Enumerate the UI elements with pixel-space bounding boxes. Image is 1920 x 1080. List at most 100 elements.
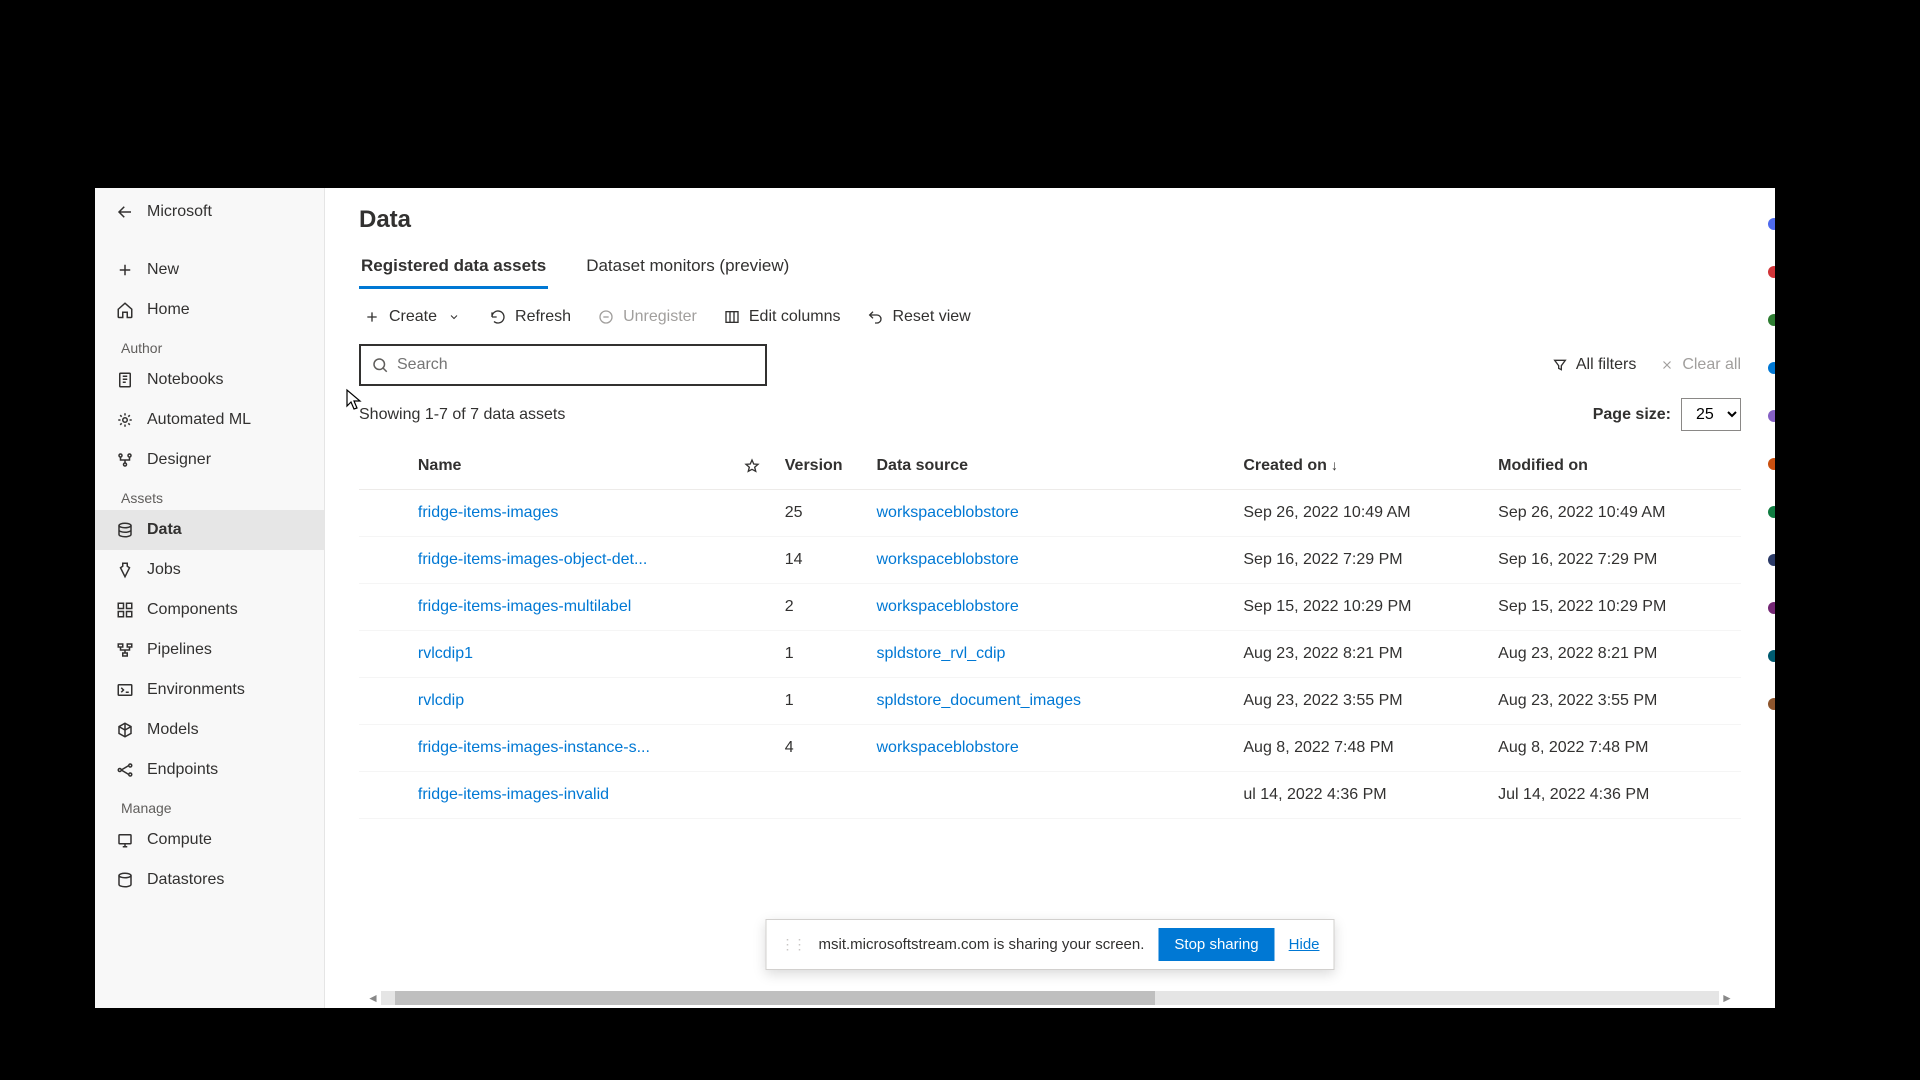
- col-version[interactable]: Version: [773, 443, 865, 490]
- nav-new-label: New: [147, 261, 179, 279]
- tabs: Registered data assets Dataset monitors …: [359, 250, 1741, 290]
- row-checkbox[interactable]: [359, 537, 406, 584]
- row-name[interactable]: rvlcdip: [406, 678, 732, 725]
- row-name[interactable]: fridge-items-images: [406, 490, 732, 537]
- nav-automated-ml[interactable]: Automated ML: [95, 400, 324, 440]
- nav-designer[interactable]: Designer: [95, 440, 324, 480]
- section-assets: Assets: [95, 480, 324, 510]
- clear-all-label: Clear all: [1682, 356, 1741, 374]
- search-input[interactable]: [397, 356, 755, 374]
- nav-back-microsoft[interactable]: Microsoft: [95, 192, 324, 232]
- nav-notebooks[interactable]: Notebooks: [95, 360, 324, 400]
- table-row[interactable]: fridge-items-images-invalidul 14, 2022 4…: [359, 772, 1741, 819]
- table-row[interactable]: fridge-items-images25workspaceblobstoreS…: [359, 490, 1741, 537]
- nav-environments[interactable]: Environments: [95, 670, 324, 710]
- nav-home[interactable]: Home: [95, 290, 324, 330]
- row-name[interactable]: fridge-items-images-multilabel: [406, 584, 732, 631]
- data-icon: [115, 520, 135, 540]
- nav-components[interactable]: Components: [95, 590, 324, 630]
- row-version: 1: [773, 678, 865, 725]
- row-name[interactable]: fridge-items-images-object-det...: [406, 537, 732, 584]
- col-favorite[interactable]: [732, 443, 773, 490]
- nav-environments-label: Environments: [147, 681, 245, 699]
- row-data-source[interactable]: workspaceblobstore: [864, 584, 1231, 631]
- row-data-source[interactable]: spldstore_rvl_cdip: [864, 631, 1231, 678]
- nav-jobs[interactable]: Jobs: [95, 550, 324, 590]
- row-data-source[interactable]: spldstore_document_images: [864, 678, 1231, 725]
- nav-endpoints[interactable]: Endpoints: [95, 750, 324, 790]
- nav-designer-label: Designer: [147, 451, 211, 469]
- row-favorite[interactable]: [732, 490, 773, 537]
- table-row[interactable]: fridge-items-images-object-det...14works…: [359, 537, 1741, 584]
- row-name[interactable]: fridge-items-images-instance-s...: [406, 725, 732, 772]
- row-favorite[interactable]: [732, 772, 773, 819]
- row-data-source[interactable]: workspaceblobstore: [864, 537, 1231, 584]
- tab-dataset-monitors[interactable]: Dataset monitors (preview): [584, 250, 791, 289]
- hide-link[interactable]: Hide: [1289, 936, 1320, 953]
- row-checkbox[interactable]: [359, 490, 406, 537]
- row-favorite[interactable]: [732, 537, 773, 584]
- all-filters-label: All filters: [1576, 356, 1636, 374]
- nav-new[interactable]: New: [95, 250, 324, 290]
- nav-datastores[interactable]: Datastores: [95, 860, 324, 900]
- row-favorite[interactable]: [732, 584, 773, 631]
- row-checkbox[interactable]: [359, 772, 406, 819]
- refresh-button[interactable]: Refresh: [485, 304, 575, 330]
- table-row[interactable]: fridge-items-images-instance-s...4worksp…: [359, 725, 1741, 772]
- row-checkbox[interactable]: [359, 631, 406, 678]
- row-created: Sep 26, 2022 10:49 AM: [1231, 490, 1486, 537]
- row-favorite[interactable]: [732, 725, 773, 772]
- table-row[interactable]: fridge-items-images-multilabel2workspace…: [359, 584, 1741, 631]
- back-arrow-icon: [115, 202, 135, 222]
- nav-pipelines[interactable]: Pipelines: [95, 630, 324, 670]
- col-name[interactable]: Name: [406, 443, 732, 490]
- nav-compute[interactable]: Compute: [95, 820, 324, 860]
- page-size: Page size: 25: [1593, 398, 1741, 431]
- all-filters-button[interactable]: All filters: [1552, 356, 1636, 374]
- drag-grip-icon[interactable]: ⋮⋮: [780, 936, 804, 953]
- count-row: Showing 1-7 of 7 data assets Page size: …: [359, 398, 1741, 431]
- unregister-icon: [597, 308, 615, 326]
- environments-icon: [115, 680, 135, 700]
- columns-icon: [723, 308, 741, 326]
- sidebar: Microsoft New Home Author Notebooks Au: [95, 188, 325, 1008]
- scroll-left-icon[interactable]: ◄: [365, 991, 381, 1005]
- row-checkbox[interactable]: [359, 678, 406, 725]
- plus-icon: [115, 260, 135, 280]
- scrollbar-thumb[interactable]: [395, 991, 1155, 1005]
- col-modified-on[interactable]: Modified on: [1486, 443, 1741, 490]
- row-favorite[interactable]: [732, 678, 773, 725]
- clear-all-button[interactable]: Clear all: [1660, 356, 1741, 374]
- chevron-down-icon: [445, 308, 463, 326]
- nav-jobs-label: Jobs: [147, 561, 181, 579]
- row-data-source[interactable]: workspaceblobstore: [864, 725, 1231, 772]
- section-manage: Manage: [95, 790, 324, 820]
- row-checkbox[interactable]: [359, 584, 406, 631]
- nav-data[interactable]: Data: [95, 510, 324, 550]
- row-data-source[interactable]: [864, 772, 1231, 819]
- scrollbar-track[interactable]: [381, 991, 1719, 1005]
- row-checkbox[interactable]: [359, 725, 406, 772]
- row-name[interactable]: fridge-items-images-invalid: [406, 772, 732, 819]
- reset-view-button[interactable]: Reset view: [862, 304, 974, 330]
- col-created-on[interactable]: Created on↓: [1231, 443, 1486, 490]
- edit-columns-button[interactable]: Edit columns: [719, 304, 845, 330]
- col-data-source[interactable]: Data source: [864, 443, 1231, 490]
- row-modified: Sep 15, 2022 10:29 PM: [1486, 584, 1741, 631]
- row-name[interactable]: rvlcdip1: [406, 631, 732, 678]
- row-created: Aug 8, 2022 7:48 PM: [1231, 725, 1486, 772]
- table-row[interactable]: rvlcdip1spldstore_document_imagesAug 23,…: [359, 678, 1741, 725]
- table-row[interactable]: rvlcdip11spldstore_rvl_cdipAug 23, 2022 …: [359, 631, 1741, 678]
- page-size-select[interactable]: 25: [1681, 398, 1741, 431]
- tab-registered-data-assets[interactable]: Registered data assets: [359, 250, 548, 289]
- row-favorite[interactable]: [732, 631, 773, 678]
- scroll-right-icon[interactable]: ►: [1719, 991, 1735, 1005]
- search-box[interactable]: [359, 344, 767, 386]
- horizontal-scrollbar[interactable]: ◄ ►: [365, 990, 1735, 1006]
- nav-data-label: Data: [147, 521, 182, 539]
- create-button[interactable]: Create: [359, 304, 467, 330]
- row-data-source[interactable]: workspaceblobstore: [864, 490, 1231, 537]
- col-select[interactable]: [359, 443, 406, 490]
- stop-sharing-button[interactable]: Stop sharing: [1158, 928, 1274, 961]
- nav-models[interactable]: Models: [95, 710, 324, 750]
